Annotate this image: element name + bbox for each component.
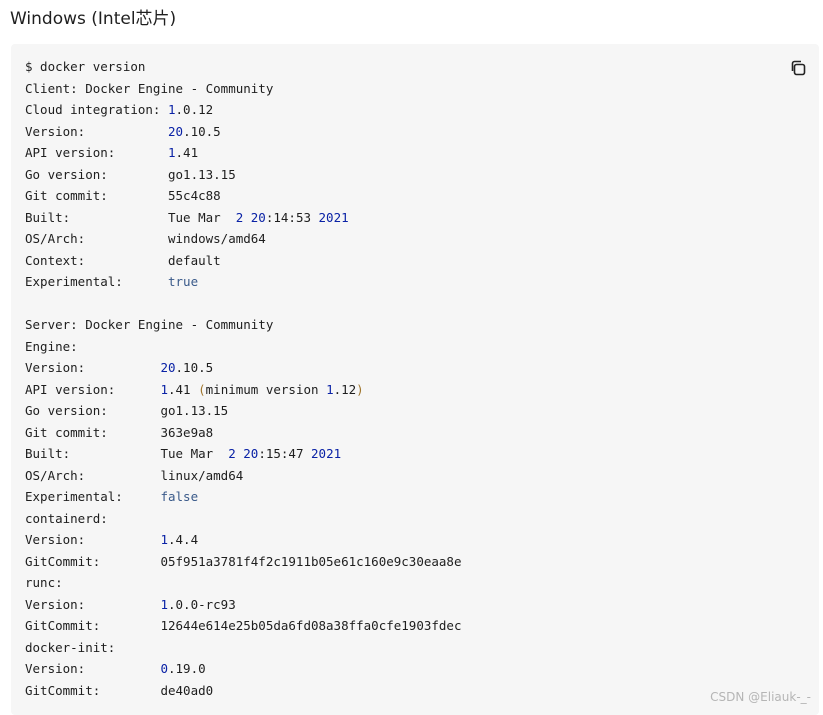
num-token: 2021 [311,446,342,461]
code-line: GitCommit: 12644e614e25b05da6fd08a38ffa0… [25,615,462,637]
code-line: Experimental: false [25,486,462,508]
num-token: 20 [243,446,259,461]
code-line: Experimental: true [25,271,462,293]
code-line: Go version: go1.13.15 [25,400,462,422]
code-token: GitCommit: de40ad0 [25,682,214,698]
code-token: :15:47 [258,446,312,461]
code-token: Version: [25,360,161,375]
code-line: Cloud integration: 1.0.12 [25,99,462,121]
section-heading: Windows (Intel芯片) [10,9,177,29]
code-token: $ docker version [25,59,146,74]
code-token: .41 [168,381,199,397]
code-token: Version: [25,123,168,139]
num-token: 20 [250,209,266,225]
copy-icon [791,60,806,76]
code-line: GitCommit: 05f951a3781f4f2c1911b05e61c16… [25,551,462,573]
code-line: runc: [25,572,462,594]
code-line: Engine: [25,336,462,358]
code-line: containerd: [25,508,462,530]
code-token: .12 [333,381,357,397]
code-token: .19.0 [168,661,206,676]
code-token: Client: Docker Engine - Community [25,80,274,96]
num-token: 20 [160,360,176,375]
num-token: 1 [160,381,168,397]
code-line: Version: 1.0.0-rc93 [25,594,462,616]
code-line: Built: Tue Mar 2 20:14:53 2021 [25,207,462,229]
code-token: .10.5 [175,360,214,375]
code-token: GitCommit: 12644e614e25b05da6fd08a38ffa0… [25,618,462,633]
code-token: runc: [25,575,63,590]
num-token: 2021 [318,209,349,225]
num-token: 2 [228,446,236,461]
code-token: .41 [175,145,199,160]
copy-button[interactable] [787,57,809,79]
code-line: Version: 20.10.5 [25,121,462,143]
watermark: CSDN @Eliauk-_- [710,690,811,704]
code-line: Server: Docker Engine - Community [25,314,462,336]
code-token: GitCommit: 05f951a3781f4f2c1911b05e61c16… [25,553,462,569]
code-token: Git commit: 55c4c88 [25,188,221,203]
paren-token: ( [198,381,206,397]
code-token: Git commit: 363e9a8 [25,424,214,440]
code-token: Version: [25,532,161,547]
code-line: OS/Arch: windows/amd64 [25,228,462,250]
code-line: OS/Arch: linux/amd64 [25,465,462,487]
code-token: .0.0-rc93 [168,596,236,612]
code-token: Experimental: [25,489,161,504]
code-line: $ docker version [25,56,462,78]
bool-token: true [168,274,199,289]
code-token: Built: Tue Mar [25,446,229,461]
code-token: Server: Docker Engine - Community [25,317,274,332]
code-token: containerd: [25,510,108,526]
code-token: .10.5 [183,123,221,139]
code-token: Version: [25,661,161,676]
code-line: Built: Tue Mar 2 20:15:47 2021 [25,443,462,465]
code-token: .4.4 [168,532,199,547]
bool-token: false [160,489,199,504]
code-token: Context: default [25,252,221,268]
code-token: Experimental: [25,274,168,289]
paren-token: ) [356,381,364,397]
code-content: $ docker version Client: Docker Engine - … [25,56,462,701]
code-line: Version: 0.19.0 [25,658,462,680]
code-token: Engine: [25,338,78,354]
code-token: Version: [25,596,161,612]
num-token: 1 [160,532,168,547]
num-token: 1 [326,381,334,397]
code-line: API version: 1.41 [25,142,462,164]
num-token: 1 [168,102,176,117]
code-token: OS/Arch: windows/amd64 [25,231,266,246]
code-line: Git commit: 363e9a8 [25,422,462,444]
code-token: .0.12 [175,102,214,117]
code-line: GitCommit: de40ad0 [25,680,462,702]
num-token: 0 [160,661,168,676]
code-line: Client: Docker Engine - Community [25,78,462,100]
code-token: Go version: go1.13.15 [25,166,236,182]
code-token: docker-init: [25,639,116,655]
code-line: API version: 1.41 (minimum version 1.12) [25,379,462,401]
code-line: Version: 20.10.5 [25,357,462,379]
num-token: 20 [168,123,184,139]
num-token: 1 [168,145,176,160]
num-token: 1 [160,596,168,612]
code-token: API version: [25,145,168,160]
code-token: Go version: go1.13.15 [25,403,229,418]
code-token: minimum version [205,381,327,397]
code-token: Cloud integration: [25,102,168,117]
code-line: Context: default [25,250,462,272]
code-token: :14:53 [265,209,319,225]
code-token: API version: [25,381,161,397]
code-line: Git commit: 55c4c88 [25,185,462,207]
code-token: Built: Tue Mar [25,209,236,225]
code-token: OS/Arch: linux/amd64 [25,467,244,483]
code-line: Go version: go1.13.15 [25,164,462,186]
code-line: docker-init: [25,637,462,659]
code-line: Version: 1.4.4 [25,529,462,551]
